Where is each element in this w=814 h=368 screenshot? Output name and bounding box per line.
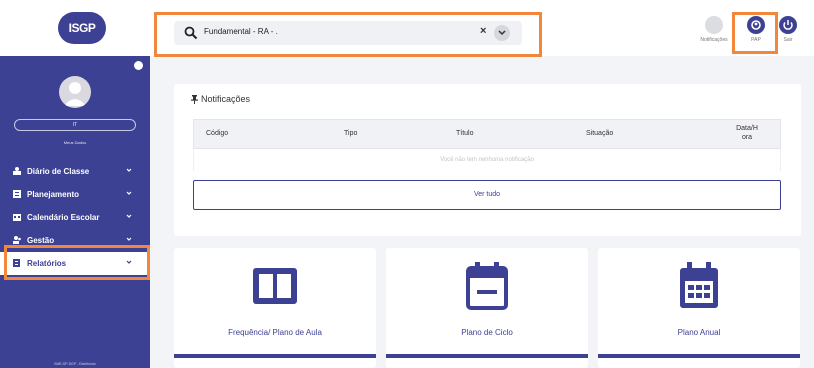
chevron-down-icon bbox=[126, 191, 132, 195]
calendar-minus-icon bbox=[466, 262, 508, 310]
column-header[interactable]: Situação bbox=[586, 130, 613, 137]
logo-area: ISGP bbox=[0, 0, 150, 56]
notifications-title: Notificações bbox=[201, 94, 251, 104]
tile-label: Frequência/ Plano de Aula bbox=[228, 328, 322, 337]
tile-label: Plano Anual bbox=[677, 328, 721, 337]
tile-accent-bar bbox=[386, 354, 588, 358]
my-data-link[interactable]: Meus Dados bbox=[0, 140, 150, 145]
tile-accent-bar bbox=[598, 354, 800, 358]
users-icon bbox=[13, 236, 21, 244]
pap-highlight bbox=[732, 12, 778, 54]
chevron-down-icon bbox=[126, 214, 132, 218]
list-icon bbox=[13, 190, 21, 198]
columns-icon bbox=[253, 268, 297, 304]
column-header[interactable]: Título bbox=[456, 130, 474, 137]
tile-frequencia-plano-de-aula[interactable]: Frequência/ Plano de Aula bbox=[174, 248, 376, 368]
relatorios-highlight bbox=[4, 245, 150, 280]
tile-plano-anual[interactable]: Plano Anual bbox=[598, 248, 800, 368]
calendar-grid-icon bbox=[680, 262, 718, 308]
pin-icon bbox=[191, 95, 198, 104]
column-header[interactable]: Tipo bbox=[344, 130, 357, 137]
calendar-icon bbox=[13, 214, 21, 221]
sidebar-item-planejamento[interactable]: Planejamento bbox=[0, 183, 150, 206]
sidebar-item-label: Diário de Classe bbox=[27, 167, 90, 176]
tile-label: Plano de Ciclo bbox=[461, 328, 513, 337]
chevron-down-icon bbox=[126, 168, 132, 172]
column-header[interactable]: Data/H ora bbox=[734, 124, 760, 142]
tile-plano-de-ciclo[interactable]: Plano de Ciclo bbox=[386, 248, 588, 368]
sidebar-item-calendario-escolar[interactable]: Calendário Escolar bbox=[0, 206, 150, 229]
tile-accent-bar bbox=[174, 354, 376, 358]
table-header: Código Tipo Título Situação Data/H ora bbox=[193, 119, 781, 149]
bell-icon bbox=[705, 16, 723, 34]
sidebar-footer: SME-SP-SGP - Distribuído bbox=[54, 362, 96, 366]
search-highlight bbox=[154, 12, 542, 57]
notifications-table: Código Tipo Título Situação Data/H ora V… bbox=[193, 119, 781, 171]
notifications-card: Notificações Código Tipo Título Situação… bbox=[174, 84, 801, 236]
sidebar: IT Meus Dados Diário de Classe Planejame… bbox=[0, 56, 150, 368]
notifications-button[interactable]: Notificações bbox=[694, 12, 734, 48]
sidebar-item-diario-de-classe[interactable]: Diário de Classe bbox=[0, 160, 150, 183]
sidebar-item-label: Gestão bbox=[27, 236, 55, 245]
teacher-icon bbox=[13, 167, 21, 175]
empty-message: Você não tem nenhuma notificação bbox=[193, 149, 781, 171]
avatar bbox=[59, 76, 91, 108]
chevron-down-icon bbox=[126, 237, 132, 241]
power-icon bbox=[779, 16, 797, 34]
notifications-label: Notificações bbox=[700, 37, 728, 43]
sidebar-item-label: Calendário Escolar bbox=[27, 213, 100, 222]
sidebar-item-label: Planejamento bbox=[27, 190, 80, 199]
column-header[interactable]: Código bbox=[206, 130, 228, 137]
see-all-button[interactable]: Ver tudo bbox=[193, 180, 781, 210]
app-logo[interactable]: ISGP bbox=[58, 12, 106, 44]
collapse-sidebar-button[interactable] bbox=[134, 61, 143, 70]
user-name[interactable]: IT bbox=[14, 119, 136, 131]
